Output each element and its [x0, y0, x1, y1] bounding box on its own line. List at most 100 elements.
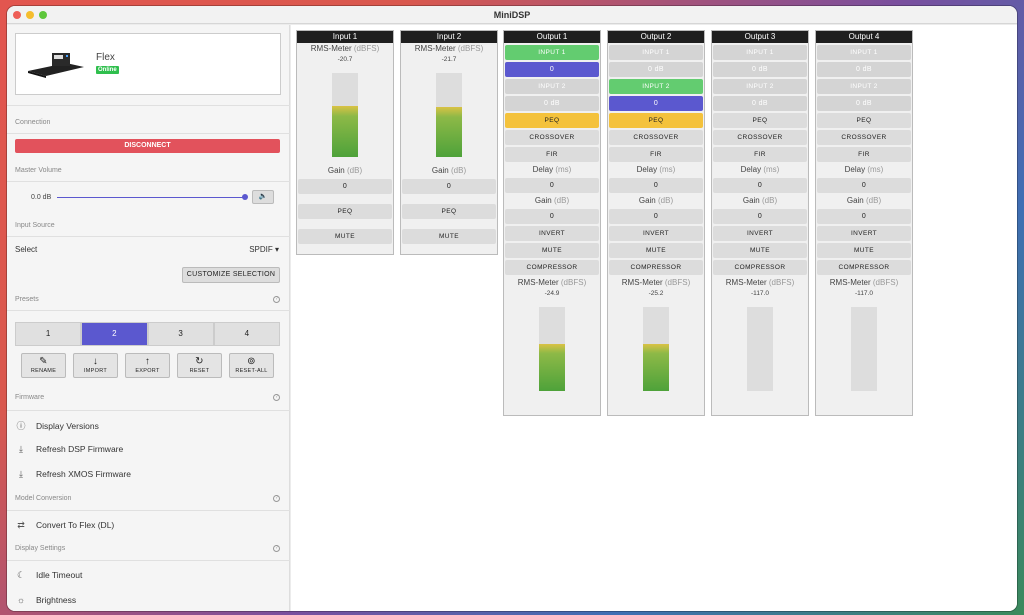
input-1-gain[interactable]: 0 dB	[609, 62, 703, 77]
invert-button[interactable]: INVERT	[713, 226, 807, 241]
help-icon[interactable]: ?	[273, 545, 280, 552]
crossover-button[interactable]: CROSSOVER	[505, 130, 599, 145]
crossover-button[interactable]: CROSSOVER	[817, 130, 911, 145]
fir-button[interactable]: FIR	[713, 147, 807, 162]
input-1-gain[interactable]: 0 dB	[817, 62, 911, 77]
import-button[interactable]: ↓ IMPORT	[73, 353, 118, 378]
display-versions-item[interactable]: ⓘ Display Versions	[15, 419, 99, 432]
idle-timeout-item[interactable]: ☾ Idle Timeout	[15, 570, 82, 581]
mute-volume-button[interactable]: 🔈	[252, 190, 274, 204]
input-1-gain[interactable]: 0	[505, 62, 599, 77]
peq-button[interactable]: PEQ	[817, 113, 911, 128]
delay-input[interactable]: 0	[609, 178, 703, 193]
crossover-button[interactable]: CROSSOVER	[609, 130, 703, 145]
invert-button[interactable]: INVERT	[817, 226, 911, 241]
input-2-gain[interactable]: 0	[609, 96, 703, 111]
mute-button[interactable]: MUTE	[713, 243, 807, 258]
title-bar: MiniDSP	[7, 6, 1017, 24]
input-1-route-button[interactable]: INPUT 1	[505, 45, 599, 60]
gain-input[interactable]: 0	[713, 209, 807, 224]
gain-input[interactable]: 0	[817, 209, 911, 224]
gain-label-text: Gain	[534, 196, 552, 205]
gain-input[interactable]: 0	[609, 209, 703, 224]
delay-input[interactable]: 0	[713, 178, 807, 193]
mute-button[interactable]: MUTE	[609, 243, 703, 258]
reset-all-button[interactable]: ⊚ RESET-ALL	[229, 353, 274, 378]
mute-button[interactable]: MUTE	[402, 229, 496, 244]
delay-input[interactable]: 0	[817, 178, 911, 193]
input-source-select[interactable]: SPDIF ▾	[249, 245, 279, 254]
preset-button-2[interactable]: 2	[81, 322, 148, 346]
help-icon[interactable]: ?	[273, 394, 280, 401]
input-2-gain[interactable]: 0 dB	[713, 96, 807, 111]
compressor-button[interactable]: COMPRESSOR	[505, 260, 599, 275]
peq-button[interactable]: PEQ	[298, 204, 392, 219]
gain-input[interactable]: 0	[402, 179, 496, 194]
crossover-button[interactable]: CROSSOVER	[713, 130, 807, 145]
preset-button-4[interactable]: 4	[213, 322, 280, 346]
delay-input[interactable]: 0	[505, 178, 599, 193]
compressor-button[interactable]: COMPRESSOR	[817, 260, 911, 275]
help-icon[interactable]: ?	[273, 296, 280, 303]
disconnect-button[interactable]: DISCONNECT	[15, 139, 280, 153]
input-2-route-button[interactable]: INPUT 2	[713, 79, 807, 94]
input-1-gain[interactable]: 0 dB	[713, 62, 807, 77]
peq-button[interactable]: PEQ	[713, 113, 807, 128]
input-2-route-button[interactable]: INPUT 2	[609, 79, 703, 94]
fir-button[interactable]: FIR	[609, 147, 703, 162]
divider	[7, 560, 290, 561]
preset-button-3[interactable]: 3	[147, 322, 214, 346]
mute-button[interactable]: MUTE	[817, 243, 911, 258]
level-meter	[643, 307, 669, 391]
reset-button[interactable]: ↻ RESET	[177, 353, 222, 378]
customize-selection-button[interactable]: CUSTOMIZE SELECTION	[182, 267, 280, 283]
convert-model-item[interactable]: ⇄ Convert To Flex (DL)	[15, 520, 114, 531]
input-2-route-button[interactable]: INPUT 2	[817, 79, 911, 94]
delay-label-unit: (ms)	[867, 165, 884, 174]
peq-button[interactable]: PEQ	[505, 113, 599, 128]
export-button[interactable]: ↑ EXPORT	[125, 353, 170, 378]
compressor-button[interactable]: COMPRESSOR	[609, 260, 703, 275]
moon-icon: ☾	[16, 570, 26, 580]
brightness-item[interactable]: ☼ Brightness	[15, 595, 76, 605]
preset-button-1[interactable]: 1	[15, 322, 82, 346]
invert-button[interactable]: INVERT	[609, 226, 703, 241]
level-meter	[851, 307, 877, 391]
download-icon: ⤓	[19, 469, 23, 479]
input-source-heading: Input Source	[15, 222, 55, 229]
peq-button[interactable]: PEQ	[609, 113, 703, 128]
divider	[7, 181, 290, 182]
invert-button[interactable]: INVERT	[505, 226, 599, 241]
meter-level	[539, 343, 565, 391]
compressor-button[interactable]: COMPRESSOR	[713, 260, 807, 275]
gain-input[interactable]: 0	[298, 179, 392, 194]
output-channel-3: Output 3 INPUT 1 0 dB INPUT 2 0 dB PEQ CROSSOV…	[711, 30, 809, 416]
channel-title: Output 3	[712, 31, 808, 43]
sun-icon: ☼	[16, 595, 26, 605]
rename-button[interactable]: ✎ RENAME	[21, 353, 66, 378]
gain-label: Gain (dB)	[608, 195, 704, 207]
rms-meter-label-text: RMS-Meter	[310, 44, 352, 53]
refresh-dsp-firmware-item[interactable]: ⤓ Refresh DSP Firmware	[15, 444, 123, 455]
volume-slider-thumb[interactable]	[242, 194, 248, 200]
fir-button[interactable]: FIR	[817, 147, 911, 162]
rms-meter-value: -20.7	[337, 56, 353, 63]
gain-input[interactable]: 0	[505, 209, 599, 224]
gain-label: Gain (dB)	[712, 195, 808, 207]
input-2-gain[interactable]: 0 dB	[817, 96, 911, 111]
input-2-gain[interactable]: 0 dB	[505, 96, 599, 111]
refresh-xmos-firmware-item[interactable]: ⤓ Refresh XMOS Firmware	[15, 469, 131, 480]
input-1-route-button[interactable]: INPUT 1	[713, 45, 807, 60]
rms-meter-value: -25.2	[648, 290, 664, 297]
mute-button[interactable]: MUTE	[505, 243, 599, 258]
input-1-route-button[interactable]: INPUT 1	[609, 45, 703, 60]
fir-button[interactable]: FIR	[505, 147, 599, 162]
mute-button[interactable]: MUTE	[298, 229, 392, 244]
action-label: IMPORT	[83, 368, 108, 374]
input-1-route-button[interactable]: INPUT 1	[817, 45, 911, 60]
help-icon[interactable]: ?	[273, 495, 280, 502]
input-2-route-button[interactable]: INPUT 2	[505, 79, 599, 94]
display-versions-label: Display Versions	[36, 421, 99, 431]
volume-slider[interactable]	[57, 197, 247, 198]
peq-button[interactable]: PEQ	[402, 204, 496, 219]
